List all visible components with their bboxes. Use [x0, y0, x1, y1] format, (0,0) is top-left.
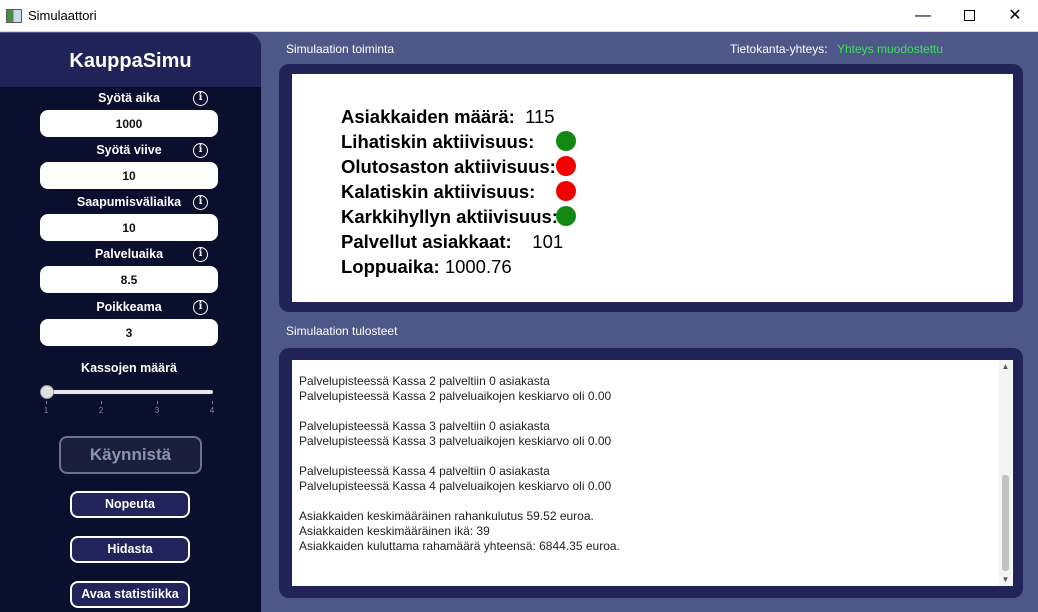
fish-counter-label: Kalatiskin aktiivisuus: — [341, 181, 536, 202]
minimize-button[interactable]: — — [900, 0, 946, 32]
end-time-value: 1000.76 — [444, 256, 512, 277]
simulation-operation-label: Simulaation toiminta — [286, 42, 395, 56]
brand-title: KauppaSimu — [0, 33, 261, 87]
delay-input[interactable] — [40, 162, 218, 189]
service-time-input[interactable] — [40, 266, 218, 293]
served-customers-row: Palvellut asiakkaat: 101 — [341, 231, 563, 253]
slow-down-button[interactable]: Hidasta — [70, 536, 190, 563]
meat-counter-status-indicator — [556, 131, 576, 151]
log-line: Asiakkaiden keskimääräinen rahankulutus … — [299, 509, 594, 523]
scroll-up-icon[interactable]: ▲ — [999, 360, 1012, 373]
log-line: Palvelupisteessä Kassa 4 palveluaikojen … — [299, 479, 612, 493]
deviation-label: Poikkeama — [96, 300, 162, 314]
db-connection-status: Yhteys muodostettu — [837, 42, 944, 56]
end-time-label: Loppuaika: — [341, 256, 440, 277]
log-line: Palvelupisteessä Kassa 2 palveluaikojen … — [299, 389, 612, 403]
output-scrollbar[interactable]: ▲ ▼ — [999, 360, 1012, 586]
arrival-interval-input[interactable] — [40, 214, 218, 241]
slider-tick — [212, 401, 213, 404]
delay-label: Syötä viive — [96, 143, 162, 157]
candy-shelf-row: Karkkihyllyn aktiivisuus: — [341, 206, 558, 228]
open-statistics-button[interactable]: Avaa statistiikka — [70, 581, 190, 608]
sidebar: KauppaSimu Syötä aika i Syötä viive i Sa… — [0, 33, 261, 612]
candy-shelf-label: Karkkihyllyn aktiivisuus: — [341, 206, 558, 227]
slider-tick-label: 2 — [98, 406, 104, 415]
arrival-interval-info-icon[interactable]: i — [193, 195, 208, 210]
served-customers-value: 101 — [532, 231, 564, 252]
deviation-info-icon[interactable]: i — [193, 300, 208, 315]
deviation-input[interactable] — [40, 319, 218, 346]
simulation-output-label: Simulaation tulosteet — [286, 324, 398, 338]
end-time-row: Loppuaika: 1000.76 — [341, 256, 512, 278]
customer-count-label: Asiakkaiden määrä: — [341, 106, 515, 127]
maximize-button[interactable] — [946, 0, 992, 32]
beer-section-row: Olutosaston aktiivisuus: — [341, 156, 556, 178]
service-time-label: Palveluaika — [94, 247, 164, 261]
time-label: Syötä aika — [98, 91, 160, 105]
meat-counter-label: Lihatiskin aktiivisuus: — [341, 131, 535, 152]
meat-counter-row: Lihatiskin aktiivisuus: — [341, 131, 534, 153]
checkout-count-slider-thumb[interactable] — [40, 385, 54, 399]
db-connection-label: Tietokanta-yhteys: — [730, 42, 828, 56]
arrival-interval-label: Saapumisväliaika — [76, 195, 182, 209]
checkout-count-label: Kassojen määrä — [81, 361, 177, 375]
log-line: Asiakkaiden kuluttama rahamäärä yhteensä… — [299, 539, 620, 553]
beer-section-label: Olutosaston aktiivisuus: — [341, 156, 556, 177]
maximize-icon — [963, 10, 975, 22]
fish-counter-row: Kalatiskin aktiivisuus: — [341, 181, 535, 203]
start-button[interactable]: Käynnistä — [59, 436, 202, 474]
slider-tick-label: 3 — [154, 406, 160, 415]
app-icon — [6, 9, 22, 23]
close-button[interactable]: ✕ — [992, 0, 1038, 32]
slider-tick-label: 1 — [43, 406, 49, 415]
served-customers-label: Palvellut asiakkaat: — [341, 231, 512, 252]
customer-count-row: Asiakkaiden määrä: 115 — [341, 106, 555, 128]
title-bar: Simulaattori — ✕ — [0, 0, 1038, 32]
slider-tick — [157, 401, 158, 404]
log-line: Palvelupisteessä Kassa 2 palveltiin 0 as… — [299, 374, 550, 388]
scroll-down-icon[interactable]: ▼ — [999, 573, 1012, 586]
time-info-icon[interactable]: i — [193, 91, 208, 106]
fish-counter-status-indicator — [556, 181, 576, 201]
customer-count-value: 115 — [525, 106, 555, 127]
log-line: Palvelupisteessä Kassa 4 palveltiin 0 as… — [299, 464, 550, 478]
beer-section-status-indicator — [556, 156, 576, 176]
slider-tick — [101, 401, 102, 404]
scroll-thumb[interactable] — [1002, 475, 1009, 571]
slider-tick-label: 4 — [209, 406, 215, 415]
slider-tick — [46, 401, 47, 404]
speed-up-button[interactable]: Nopeuta — [70, 491, 190, 518]
log-line: Palvelupisteessä Kassa 3 palveluaikojen … — [299, 434, 612, 448]
checkout-count-slider-track[interactable] — [46, 390, 213, 394]
window-title: Simulaattori — [28, 8, 97, 23]
log-line: Palvelupisteessä Kassa 3 palveltiin 0 as… — [299, 419, 550, 433]
log-line: Asiakkaiden keskimääräinen ikä: 39 — [299, 524, 490, 538]
delay-info-icon[interactable]: i — [193, 143, 208, 158]
time-input[interactable] — [40, 110, 218, 137]
simulation-log: Palvelupisteessä Kassa 2 palveltiin 0 as… — [299, 374, 620, 554]
service-time-info-icon[interactable]: i — [193, 247, 208, 262]
candy-shelf-status-indicator — [556, 206, 576, 226]
